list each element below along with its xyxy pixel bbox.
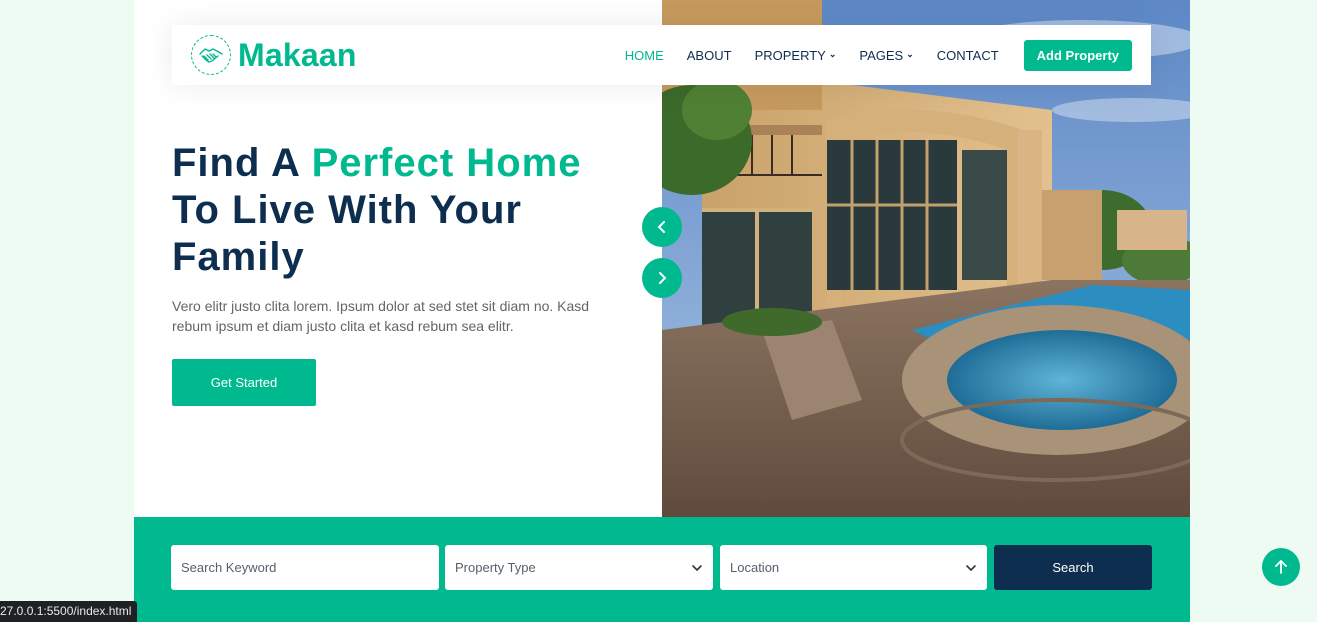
- nav-property[interactable]: PROPERTY ⌄: [755, 48, 837, 63]
- chevron-down-icon: [692, 564, 702, 571]
- chevron-right-icon: [659, 272, 667, 284]
- location-value: Location: [730, 560, 780, 575]
- nav-contact[interactable]: CONTACT: [937, 48, 999, 63]
- get-started-button[interactable]: Get Started: [172, 359, 316, 406]
- main-nav: HOME ABOUT PROPERTY ⌄ PAGES ⌄ CONTACT Add …: [602, 39, 1132, 71]
- back-to-top-button[interactable]: [1262, 548, 1300, 586]
- hero-title-line3: Family: [172, 235, 305, 279]
- arrow-up-icon: [1275, 560, 1287, 574]
- brand-logo[interactable]: Makaan: [191, 35, 357, 75]
- location-select[interactable]: Location: [720, 545, 987, 590]
- property-type-value: Property Type: [455, 560, 536, 575]
- search-keyword-input[interactable]: Search Keyword: [171, 545, 439, 590]
- carousel-next-button[interactable]: [642, 258, 682, 298]
- nav-property-label: PROPERTY: [754, 47, 826, 63]
- search-bar: Search Keyword Property Type Location Se…: [134, 517, 1190, 622]
- hero-description: Vero elitr justo clita lorem. Ipsum dolo…: [172, 298, 590, 334]
- navbar: Makaan HOME ABOUT PROPERTY ⌄ PAGES ⌄ CONTA…: [172, 25, 1151, 85]
- nav-contact-label: CONTACT: [936, 47, 999, 63]
- search-keyword-placeholder: Search Keyword: [181, 560, 277, 575]
- carousel-prev-button[interactable]: [642, 207, 682, 247]
- chevron-down-icon: ⌄: [828, 48, 837, 59]
- search-button[interactable]: Search: [994, 545, 1152, 590]
- nav-about-label: ABOUT: [686, 47, 732, 63]
- chevron-down-icon: ⌄: [906, 48, 914, 59]
- hero-title-line2: To Live With Your: [172, 188, 522, 232]
- hero-title-accent: Perfect Home: [311, 141, 582, 185]
- handshake-icon: [191, 35, 231, 75]
- nav-about[interactable]: ABOUT: [687, 48, 732, 63]
- nav-home-label: HOME: [624, 47, 664, 63]
- chevron-down-icon: [966, 564, 976, 571]
- chevron-left-icon: [657, 221, 665, 233]
- page-container: Makaan HOME ABOUT PROPERTY ⌄ PAGES ⌄ CONTA…: [134, 0, 1190, 622]
- property-type-select[interactable]: Property Type: [445, 545, 713, 590]
- hero-title: Find A Perfect Home To Live With Your Fa…: [172, 140, 642, 281]
- nav-home[interactable]: HOME: [625, 48, 664, 63]
- nav-pages[interactable]: PAGES ⌄: [859, 48, 913, 63]
- status-url: 27.0.0.1:5500/index.html: [0, 601, 138, 622]
- brand-name: Makaan: [238, 36, 357, 73]
- add-property-button[interactable]: Add Property: [1023, 39, 1132, 71]
- nav-pages-label: PAGES: [859, 47, 904, 63]
- hero-title-prefix: Find A: [172, 141, 312, 185]
